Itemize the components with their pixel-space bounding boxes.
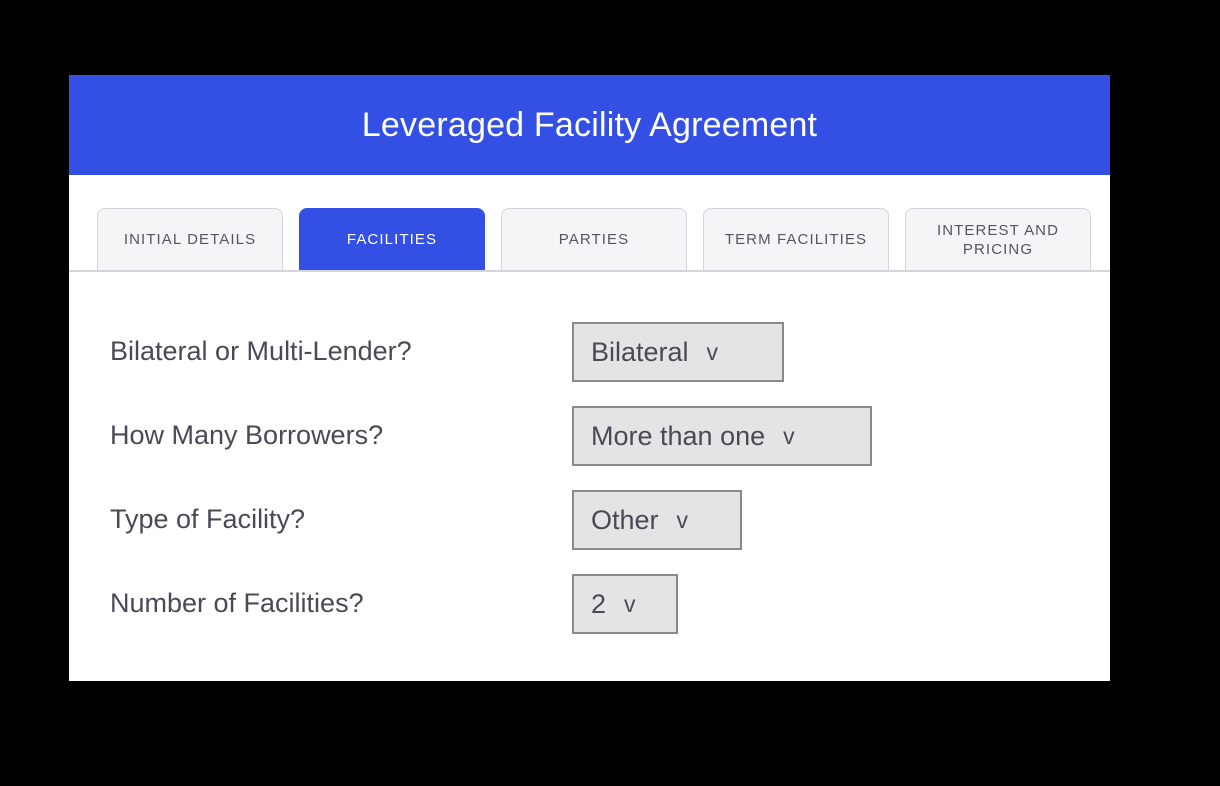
tab-label: INITIAL DETAILS bbox=[123, 231, 257, 249]
chevron-down-icon: v bbox=[783, 422, 795, 449]
tab-facilities[interactable]: FACILITIES bbox=[299, 208, 485, 272]
form-row-bilateral-or-multi-lender: Bilateral or Multi-Lender? Bilateral v bbox=[110, 310, 1110, 394]
tab-strip: INITIAL DETAILS FACILITIES PARTIES TERM … bbox=[69, 206, 1110, 272]
field-label: Bilateral or Multi-Lender? bbox=[110, 336, 412, 367]
dropdown-bilateral-or-multi-lender[interactable]: Bilateral v bbox=[572, 322, 784, 382]
tab-underline-divider bbox=[69, 270, 1110, 272]
dropdown-how-many-borrowers[interactable]: More than one v bbox=[572, 406, 872, 466]
field-label: Type of Facility? bbox=[110, 504, 306, 535]
facilities-form: Bilateral or Multi-Lender? Bilateral v H… bbox=[69, 272, 1110, 646]
tab-label: PARTIES bbox=[558, 231, 630, 249]
page-title: Leveraged Facility Agreement bbox=[361, 106, 818, 144]
application-card: Leveraged Facility Agreement INITIAL DET… bbox=[69, 75, 1110, 681]
dropdown-value: 2 bbox=[591, 588, 607, 619]
dropdown-number-of-facilities[interactable]: 2 v bbox=[572, 574, 678, 634]
tab-initial-details[interactable]: INITIAL DETAILS bbox=[97, 208, 283, 272]
form-row-type-of-facility: Type of Facility? Other v bbox=[110, 478, 1110, 562]
chevron-down-icon: v bbox=[624, 590, 636, 617]
dropdown-value: Bilateral bbox=[591, 336, 689, 367]
field-label: How Many Borrowers? bbox=[110, 420, 384, 451]
tab-bar: INITIAL DETAILS FACILITIES PARTIES TERM … bbox=[69, 175, 1110, 272]
dropdown-value: More than one bbox=[591, 420, 766, 451]
tab-interest-and-pricing[interactable]: INTEREST AND PRICING bbox=[905, 208, 1091, 272]
chevron-down-icon: v bbox=[706, 338, 719, 365]
tab-term-facilities[interactable]: TERM FACILITIES bbox=[703, 208, 889, 272]
dropdown-type-of-facility[interactable]: Other v bbox=[572, 490, 742, 550]
tab-label: TERM FACILITIES bbox=[724, 231, 868, 249]
tab-parties[interactable]: PARTIES bbox=[501, 208, 687, 272]
field-label: Number of Facilities? bbox=[110, 588, 364, 619]
chevron-down-icon: v bbox=[676, 506, 689, 533]
tab-label: INTEREST AND PRICING bbox=[936, 221, 1060, 258]
app-header: Leveraged Facility Agreement bbox=[69, 75, 1110, 175]
form-row-how-many-borrowers: How Many Borrowers? More than one v bbox=[110, 394, 1110, 478]
tab-label: FACILITIES bbox=[346, 231, 438, 249]
form-row-number-of-facilities: Number of Facilities? 2 v bbox=[110, 562, 1110, 646]
dropdown-value: Other bbox=[591, 504, 659, 535]
